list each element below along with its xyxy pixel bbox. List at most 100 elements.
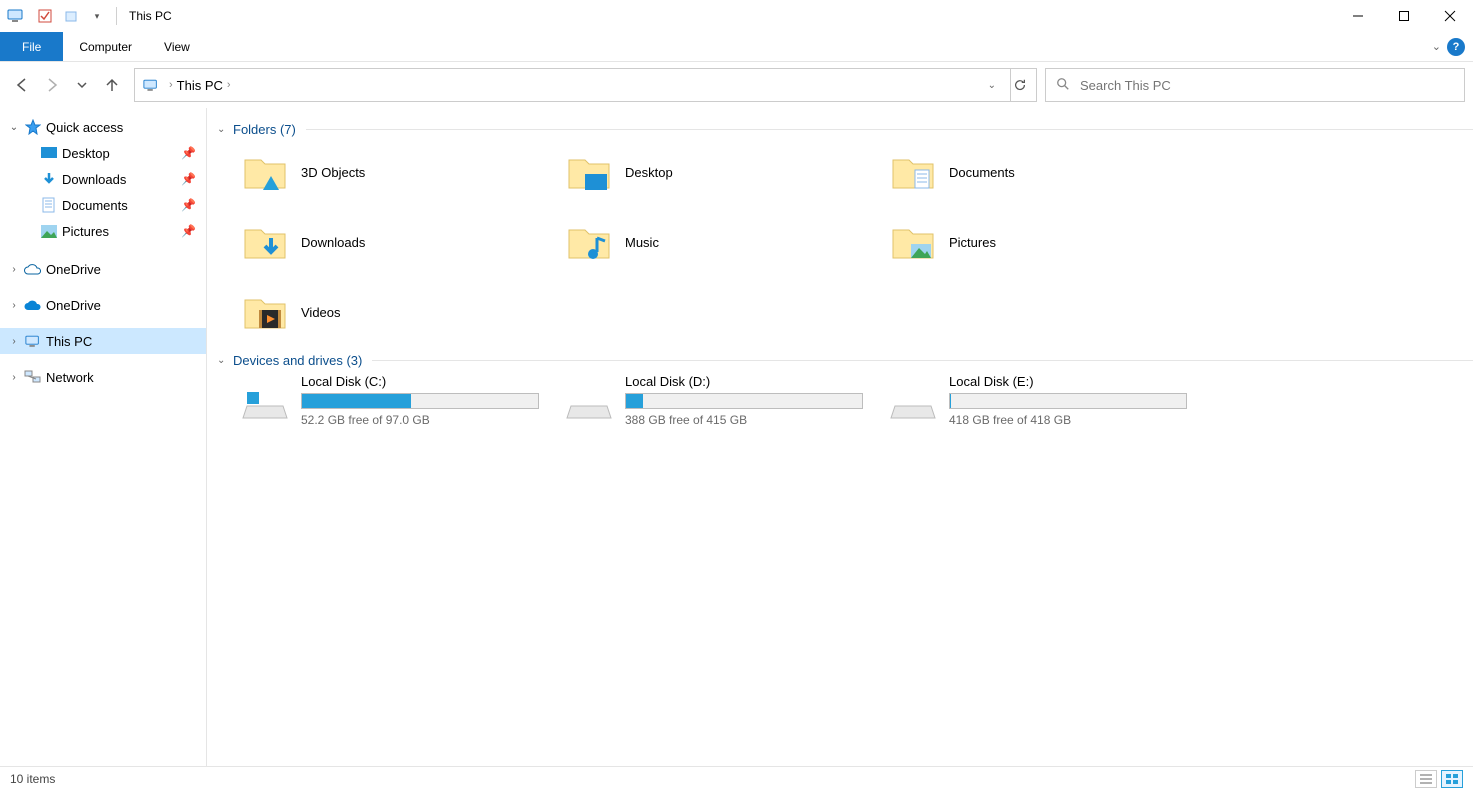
qat-newfolder-icon[interactable]: [60, 5, 82, 27]
ribbon-tab-view[interactable]: View: [148, 32, 206, 61]
folder-music[interactable]: Music: [565, 213, 885, 271]
collapse-icon[interactable]: ⌄: [217, 124, 233, 135]
folder-icon: [241, 218, 289, 266]
address-dropdown-icon[interactable]: ⌄: [982, 80, 1002, 91]
drive-usage-bar: [949, 393, 1187, 409]
navigation-pane[interactable]: ⌄ Quick access Desktop 📌 Downloads 📌 Doc…: [0, 108, 207, 766]
tree-label: Quick access: [46, 120, 123, 135]
folder-desktop[interactable]: Desktop: [565, 143, 885, 201]
tree-this-pc[interactable]: › This PC: [0, 328, 206, 354]
section-drives-header[interactable]: ⌄ Devices and drives (3): [217, 353, 1473, 368]
up-button[interactable]: [98, 71, 126, 99]
tree-network[interactable]: › Network: [0, 364, 206, 390]
expand-toggle-icon[interactable]: ›: [8, 264, 20, 275]
ribbon-expand-icon[interactable]: ⌄: [1432, 40, 1441, 53]
folder-documents[interactable]: Documents: [889, 143, 1209, 201]
drive-label: Local Disk (C:): [301, 374, 539, 389]
downloads-icon: [40, 170, 58, 188]
breadcrumb-chevron-icon[interactable]: ›: [223, 79, 235, 91]
expand-toggle-icon[interactable]: ›: [8, 300, 20, 311]
titlebar-left: ▾ This PC: [6, 5, 172, 27]
pin-icon[interactable]: 📌: [181, 146, 196, 160]
drive-free-text: 418 GB free of 418 GB: [949, 413, 1187, 427]
this-pc-icon: [6, 6, 26, 26]
tree-quick-access[interactable]: ⌄ Quick access: [0, 114, 206, 140]
search-input[interactable]: [1080, 78, 1454, 93]
folder-icon: [241, 288, 289, 336]
tree-label: Documents: [62, 198, 128, 213]
quick-access-toolbar: ▾: [34, 5, 108, 27]
tree-pictures[interactable]: Pictures 📌: [0, 218, 206, 244]
folder-icon: [889, 218, 937, 266]
tree-onedrive-personal[interactable]: › OneDrive: [0, 256, 206, 282]
folder-downloads[interactable]: Downloads: [241, 213, 561, 271]
folder-pictures[interactable]: Pictures: [889, 213, 1209, 271]
breadcrumb-chevron-icon[interactable]: ›: [165, 79, 177, 91]
folder-label: Music: [625, 235, 659, 250]
folder-label: 3D Objects: [301, 165, 365, 180]
drive-free-text: 52.2 GB free of 97.0 GB: [301, 413, 539, 427]
section-title: Folders (7): [233, 122, 296, 137]
search-icon: [1056, 77, 1070, 94]
tree-desktop[interactable]: Desktop 📌: [0, 140, 206, 166]
tree-label: This PC: [46, 334, 92, 349]
large-icons-view-button[interactable]: [1441, 770, 1463, 788]
status-item-count: 10 items: [10, 772, 55, 786]
drive-usage-bar: [625, 393, 863, 409]
folder-label: Pictures: [949, 235, 996, 250]
pin-icon[interactable]: 📌: [181, 224, 196, 238]
minimize-button[interactable]: [1335, 0, 1381, 32]
drive-e[interactable]: Local Disk (E:) 418 GB free of 418 GB: [889, 374, 1209, 427]
body: ⌄ Quick access Desktop 📌 Downloads 📌 Doc…: [0, 108, 1473, 766]
recent-dropdown-button[interactable]: [68, 71, 96, 99]
expand-toggle-icon[interactable]: ›: [8, 372, 20, 383]
ribbon-tab-file[interactable]: File: [0, 32, 63, 61]
tree-label: Desktop: [62, 146, 110, 161]
tree-label: Downloads: [62, 172, 126, 187]
drives-grid: Local Disk (C:) 52.2 GB free of 97.0 GB …: [217, 374, 1473, 427]
breadcrumb-this-pc[interactable]: This PC: [177, 78, 223, 93]
desktop-icon: [40, 144, 58, 162]
folder-videos[interactable]: Videos: [241, 283, 561, 341]
forward-button[interactable]: [38, 71, 66, 99]
drive-d[interactable]: Local Disk (D:) 388 GB free of 415 GB: [565, 374, 885, 427]
drive-label: Local Disk (D:): [625, 374, 863, 389]
window-controls: [1335, 0, 1473, 32]
window-title: This PC: [129, 9, 172, 23]
folder-label: Downloads: [301, 235, 365, 250]
drive-free-text: 388 GB free of 415 GB: [625, 413, 863, 427]
drive-c[interactable]: Local Disk (C:) 52.2 GB free of 97.0 GB: [241, 374, 561, 427]
drive-label: Local Disk (E:): [949, 374, 1187, 389]
details-view-button[interactable]: [1415, 770, 1437, 788]
qat-properties-icon[interactable]: [34, 5, 56, 27]
refresh-button[interactable]: [1003, 68, 1037, 102]
content-pane[interactable]: ⌄ Folders (7) 3D Objects Desktop Documen…: [207, 108, 1473, 766]
ribbon-tab-computer[interactable]: Computer: [63, 32, 148, 61]
view-switch: [1415, 770, 1463, 788]
section-title: Devices and drives (3): [233, 353, 362, 368]
folder-label: Videos: [301, 305, 341, 320]
pin-icon[interactable]: 📌: [181, 172, 196, 186]
ribbon-right: ⌄ ?: [1432, 32, 1473, 61]
maximize-button[interactable]: [1381, 0, 1427, 32]
folder-icon: [241, 148, 289, 196]
folder-label: Desktop: [625, 165, 673, 180]
tree-label: Network: [46, 370, 94, 385]
close-button[interactable]: [1427, 0, 1473, 32]
search-box[interactable]: [1045, 68, 1465, 102]
section-folders-header[interactable]: ⌄ Folders (7): [217, 122, 1473, 137]
tree-onedrive[interactable]: › OneDrive: [0, 292, 206, 318]
expand-toggle-icon[interactable]: ›: [8, 336, 20, 347]
qat-dropdown-icon[interactable]: ▾: [86, 5, 108, 27]
help-icon[interactable]: ?: [1447, 38, 1465, 56]
back-button[interactable]: [8, 71, 36, 99]
ribbon-tabs: File Computer View ⌄ ?: [0, 32, 1473, 62]
collapse-icon[interactable]: ⌄: [217, 355, 233, 366]
tree-documents[interactable]: Documents 📌: [0, 192, 206, 218]
status-bar: 10 items: [0, 766, 1473, 790]
address-bar[interactable]: › This PC › ⌄: [134, 68, 1011, 102]
folder-3d-objects[interactable]: 3D Objects: [241, 143, 561, 201]
expand-toggle-icon[interactable]: ⌄: [8, 122, 20, 133]
tree-downloads[interactable]: Downloads 📌: [0, 166, 206, 192]
pin-icon[interactable]: 📌: [181, 198, 196, 212]
